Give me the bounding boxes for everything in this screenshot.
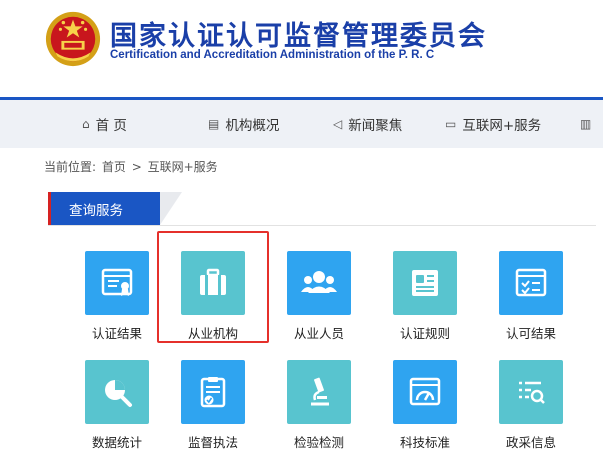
rules-card-icon [393, 251, 457, 315]
tile-label: 监督执法 [187, 435, 238, 450]
tile-practitioners[interactable]: 从业人员 [266, 251, 372, 359]
clipboard-check-icon [181, 360, 245, 424]
tile-tech-standards[interactable]: 科技标准 [372, 360, 478, 468]
tile-certification-results[interactable]: 认证结果 [64, 251, 170, 359]
breadcrumb-current[interactable]: 互联网+服务 [148, 160, 218, 174]
checklist-window-icon [499, 251, 563, 315]
gauge-window-icon [393, 360, 457, 424]
breadcrumb-separator: > [131, 160, 142, 174]
tile-inspection-testing[interactable]: 检验检测 [266, 360, 372, 468]
microscope-icon [287, 360, 351, 424]
tile-accreditation-results[interactable]: 认可结果 [478, 251, 584, 359]
megaphone-icon: ◁ [333, 117, 343, 131]
national-emblem-icon [45, 11, 101, 67]
home-icon: ⌂ [82, 117, 90, 131]
tile-data-statistics[interactable]: 数据统计 [64, 360, 170, 468]
nav-item-home[interactable]: ⌂ 首 页 [82, 100, 127, 148]
nav-item-more[interactable]: ▥ [580, 100, 597, 148]
tile-label: 检验检测 [293, 435, 344, 450]
tile-label: 认证结果 [91, 326, 142, 341]
tile-label: 认可结果 [505, 326, 556, 341]
tile-label: 数据统计 [91, 435, 142, 450]
breadcrumb-prefix: 当前位置: [44, 160, 97, 174]
section-header: 查询服务 [48, 192, 596, 226]
section-title: 查询服务 [48, 192, 160, 225]
people-icon [287, 251, 351, 315]
nav-item-label: 互联网+服务 [462, 118, 542, 134]
tile-supervision-enforcement[interactable]: 监督执法 [160, 360, 266, 468]
more-icon: ▥ [580, 117, 592, 131]
breadcrumb: 当前位置: 首页 > 互联网+服务 [44, 158, 220, 175]
nav-item-label: 新闻聚焦 [348, 118, 403, 134]
certificate-icon [85, 251, 149, 315]
tile-procurement-info[interactable]: 政采信息 [478, 360, 584, 468]
data-search-icon [85, 360, 149, 424]
selected-tile-highlight [157, 231, 269, 343]
tile-label: 科技标准 [399, 435, 450, 450]
breadcrumb-home-link[interactable]: 首页 [102, 160, 126, 174]
tile-label: 认证规则 [399, 326, 450, 341]
nav-item-about[interactable]: ▤ 机构概况 [208, 100, 279, 148]
document-icon: ▤ [208, 117, 220, 131]
site-title: 国家认证认可监督管理委员会 [110, 21, 487, 52]
nav-item-label: 机构概况 [225, 118, 280, 134]
nav-item-label: 首 页 [95, 118, 127, 134]
tile-label: 从业人员 [293, 326, 344, 341]
monitor-icon: ▭ [445, 117, 457, 131]
main-nav: ⌂ 首 页 ▤ 机构概况 ◁ 新闻聚焦 ▭ 互联网+服务 ▥ [0, 97, 603, 148]
tile-certification-rules[interactable]: 认证规则 [372, 251, 478, 359]
nav-item-internet-services[interactable]: ▭ 互联网+服务 [445, 100, 541, 148]
section-tab-decoration [160, 192, 182, 225]
site-header: 国家认证认可监督管理委员会 Certification and Accredit… [0, 0, 603, 97]
tile-label: 政采信息 [505, 435, 556, 450]
site-subtitle: Certification and Accreditation Administ… [110, 49, 435, 61]
list-search-icon [499, 360, 563, 424]
nav-item-news[interactable]: ◁ 新闻聚焦 [333, 100, 402, 148]
